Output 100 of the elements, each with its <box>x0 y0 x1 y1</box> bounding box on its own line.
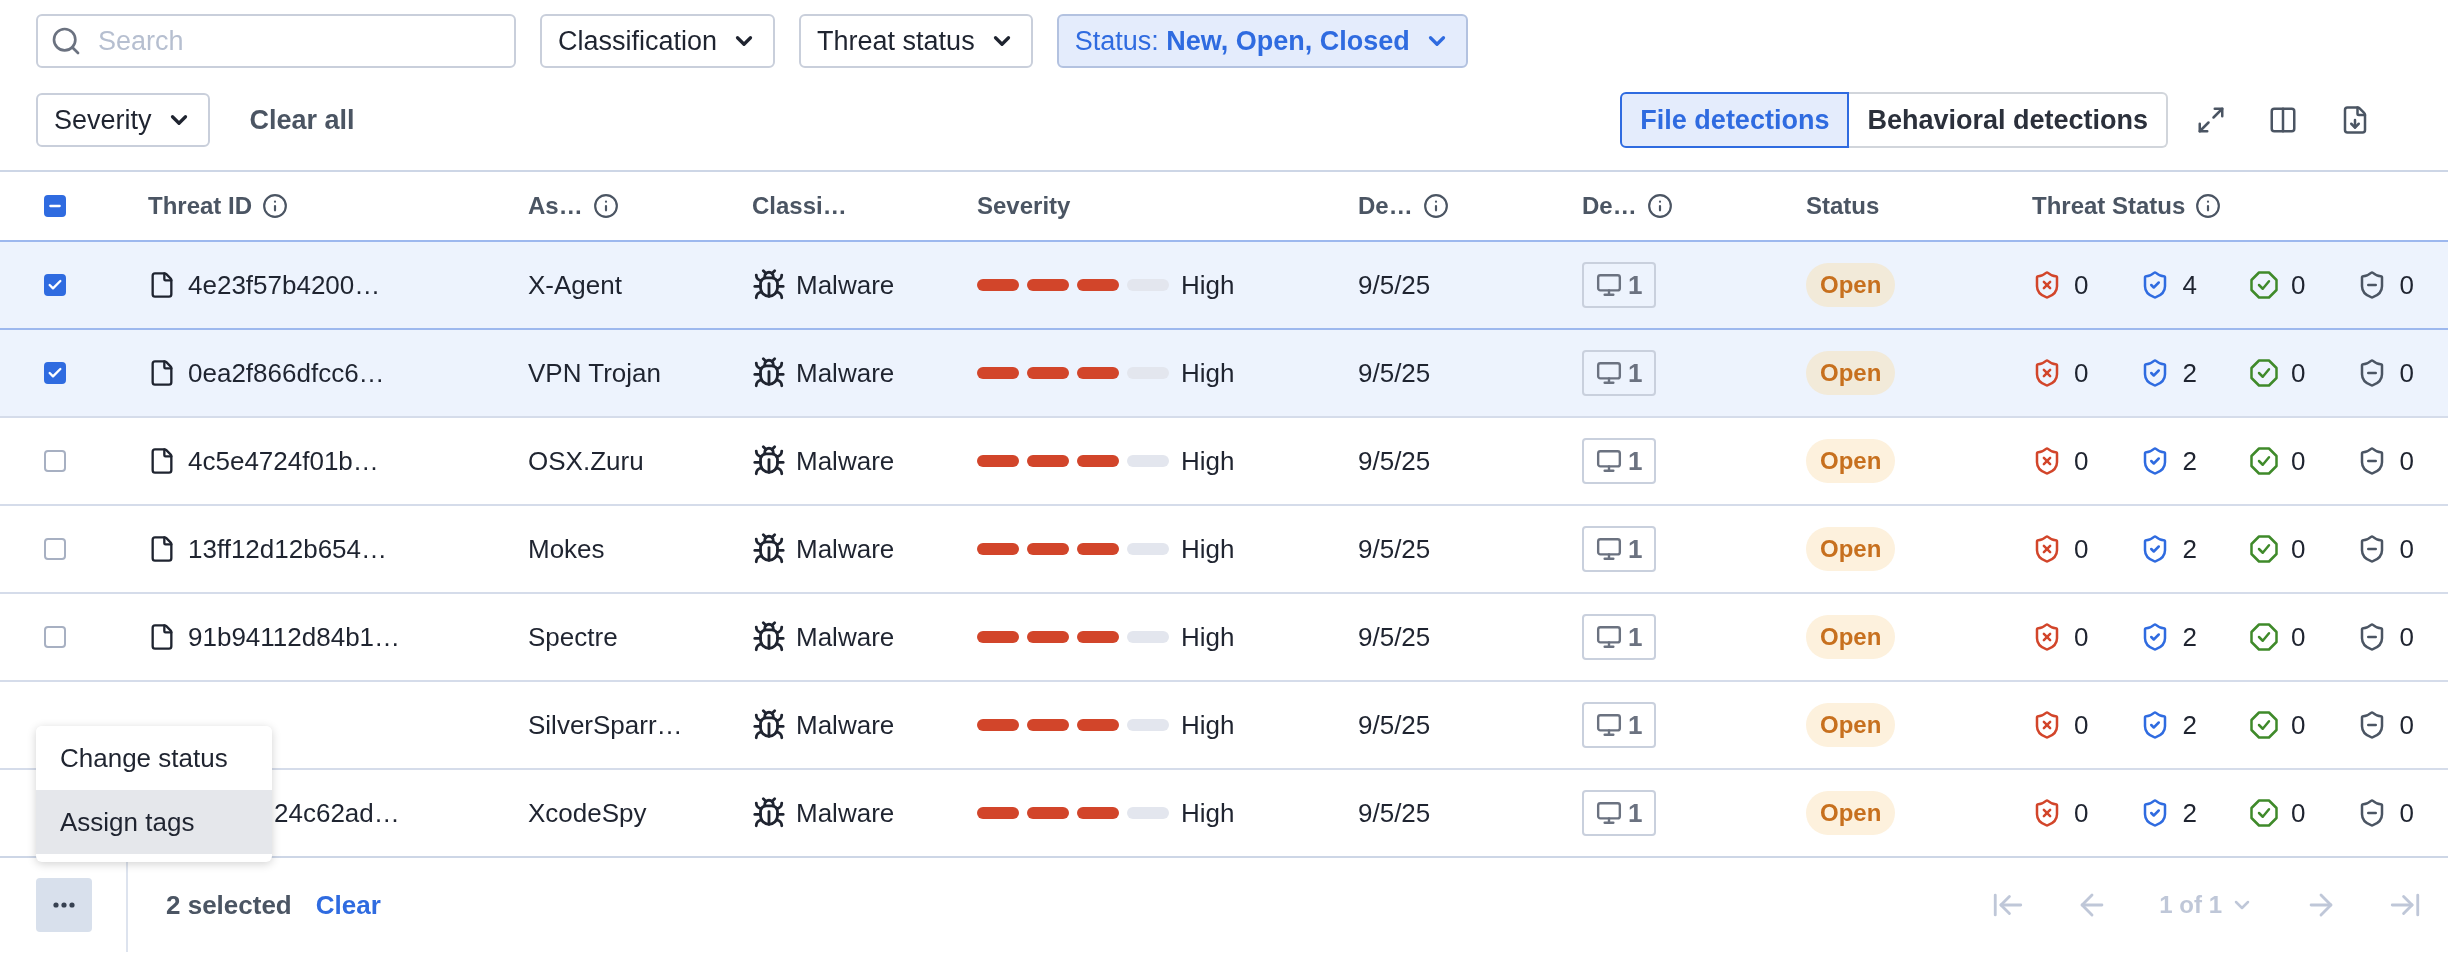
status-badge: Open <box>1806 703 1896 747</box>
severity-label: High <box>1181 444 1235 478</box>
octagon-check-icon <box>2248 446 2279 476</box>
octagon-check-icon <box>2248 622 2279 652</box>
monitor-icon <box>1596 800 1622 826</box>
threat-count: 0 <box>2290 356 2306 390</box>
bug-icon <box>752 796 786 830</box>
monitor-icon <box>1596 360 1622 386</box>
menu-item[interactable]: Change status <box>36 726 272 790</box>
asset-name: SilverSparr… <box>528 709 683 740</box>
clear-selection-link[interactable]: Clear <box>315 885 381 925</box>
severity-label: High <box>1181 532 1235 566</box>
status-badge: Open <box>1806 527 1896 571</box>
threat-id[interactable]: 4e23f57b4200… <box>188 265 381 305</box>
threat-count: 0 <box>2074 708 2089 742</box>
info-icon[interactable] <box>592 193 619 219</box>
bug-icon <box>752 708 786 742</box>
row-checkbox[interactable] <box>44 538 66 560</box>
view-tab[interactable]: File detections <box>1620 92 1850 148</box>
row-checkbox[interactable] <box>44 362 66 384</box>
threat-count: 0 <box>2290 620 2306 654</box>
threat-count: 2 <box>2182 796 2197 830</box>
filter-dropdown[interactable]: Status: New, Open, Closed <box>1056 14 1468 68</box>
threat-count: 0 <box>2290 444 2306 478</box>
threat-count: 2 <box>2182 356 2197 390</box>
search-icon <box>50 25 82 57</box>
asset-name: Spectre <box>528 621 618 652</box>
filter-dropdown[interactable]: Threat status <box>799 14 1033 68</box>
classification: Malware <box>796 356 895 390</box>
threat-count: 0 <box>2290 268 2306 302</box>
device-count[interactable]: 1 <box>1582 790 1657 836</box>
ellipsis-icon <box>53 902 75 908</box>
status-badge: Open <box>1806 351 1896 395</box>
bug-icon <box>752 268 786 302</box>
clear-all-button[interactable]: Clear all <box>249 99 355 141</box>
classification: Malware <box>796 444 895 478</box>
row-checkbox[interactable] <box>44 274 66 296</box>
menu-item[interactable]: Assign tags <box>36 790 272 854</box>
column-header[interactable]: Threat ID <box>148 188 252 224</box>
column-header[interactable]: De… <box>1358 188 1413 224</box>
column-header[interactable]: Threat Status <box>2032 188 2186 224</box>
threat-id[interactable]: 13ff12d12b654… <box>188 529 388 569</box>
threat-count: 0 <box>2290 796 2306 830</box>
info-icon[interactable] <box>2195 193 2222 219</box>
select-all-checkbox[interactable] <box>44 195 66 217</box>
info-icon[interactable] <box>1646 193 1673 219</box>
device-count[interactable]: 1 <box>1582 526 1657 572</box>
severity-label: High <box>1181 620 1235 654</box>
bug-icon <box>752 532 786 566</box>
device-count[interactable]: 1 <box>1582 262 1657 308</box>
threat-id[interactable]: 0ea2f866dfcc6… <box>188 353 385 393</box>
severity-label: High <box>1181 268 1235 302</box>
status-badge: Open <box>1806 615 1896 659</box>
status-badge: Open <box>1806 439 1896 483</box>
selected-count: 2 selected <box>166 888 292 922</box>
info-icon[interactable] <box>262 193 288 219</box>
threat-count: 2 <box>2182 444 2197 478</box>
detection-date: 9/5/25 <box>1358 709 1431 740</box>
filter-dropdown[interactable]: Classification <box>540 14 776 68</box>
column-header[interactable]: As… <box>528 188 583 224</box>
bug-icon <box>752 444 786 478</box>
threat-count: 0 <box>2074 444 2089 478</box>
threat-count: 0 <box>2399 268 2414 302</box>
threat-count: 0 <box>2074 356 2089 390</box>
view-tab[interactable]: Behavioral detections <box>1849 92 2168 148</box>
expand-icon[interactable] <box>2196 105 2226 135</box>
column-header[interactable]: Status <box>1806 188 1880 224</box>
threat-count: 0 <box>2399 708 2414 742</box>
row-checkbox[interactable] <box>44 626 66 648</box>
threat-count: 2 <box>2182 620 2197 654</box>
monitor-icon <box>1596 712 1622 738</box>
threat-count: 0 <box>2399 796 2414 830</box>
classification: Malware <box>796 796 895 830</box>
threat-count: 0 <box>2074 268 2089 302</box>
monitor-icon <box>1596 272 1622 298</box>
column-header[interactable]: De… <box>1582 188 1637 224</box>
device-count[interactable]: 1 <box>1582 438 1657 484</box>
device-count[interactable]: 1 <box>1582 350 1657 396</box>
device-count[interactable]: 1 <box>1582 702 1657 748</box>
column-header[interactable]: Severity <box>977 188 1071 224</box>
bug-icon <box>752 620 786 654</box>
column-header[interactable]: Classi… <box>752 188 847 224</box>
threat-count: 2 <box>2182 532 2197 566</box>
asset-name: VPN Trojan <box>528 357 661 388</box>
monitor-icon <box>1596 624 1622 650</box>
info-icon[interactable] <box>1422 193 1449 219</box>
filter-dropdown[interactable]: Severity <box>36 93 210 147</box>
threat-count: 0 <box>2399 356 2414 390</box>
threat-count: 0 <box>2399 532 2414 566</box>
device-count[interactable]: 1 <box>1582 614 1657 660</box>
threat-count: 0 <box>2074 620 2089 654</box>
severity-label: High <box>1181 356 1235 390</box>
threat-id[interactable]: 4c5e4724f01b… <box>188 441 379 481</box>
columns-icon[interactable] <box>2268 105 2298 135</box>
detection-date: 9/5/25 <box>1358 269 1431 300</box>
monitor-icon <box>1596 536 1622 562</box>
threat-id[interactable]: 91b94112d84b1… <box>188 617 401 657</box>
classification: Malware <box>796 268 895 302</box>
search-field[interactable]: Search <box>36 14 516 68</box>
row-checkbox[interactable] <box>44 450 66 472</box>
